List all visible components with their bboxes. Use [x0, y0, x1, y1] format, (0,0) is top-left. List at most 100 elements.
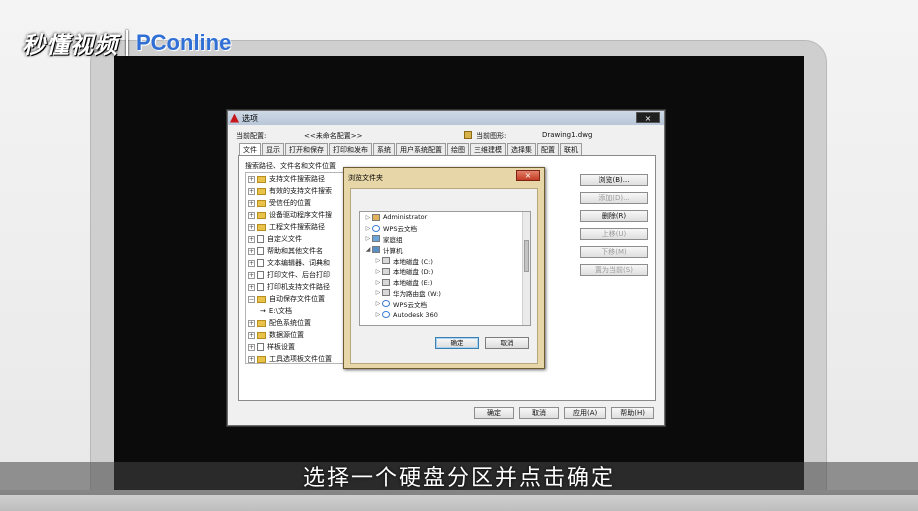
current-drawing-value: Drawing1.dwg	[542, 131, 593, 139]
expand-arrow-icon[interactable]: ▷	[374, 257, 382, 264]
browse-close-button[interactable]: ×	[516, 170, 540, 181]
add-button[interactable]: 添加(D)...	[580, 192, 648, 204]
expand-icon[interactable]: +	[248, 271, 255, 279]
tree-item[interactable]: + 文本编辑器、词典和	[246, 257, 349, 269]
expand-icon[interactable]: +	[248, 187, 255, 195]
expand-icon[interactable]: +	[248, 331, 255, 339]
cloud-icon	[382, 300, 390, 308]
tree-item-label: 自定义文件	[267, 235, 302, 243]
tree-item[interactable]: + 帮助和其他文件名	[246, 245, 349, 257]
tree-item[interactable]: + 支持文件搜索路径	[246, 173, 349, 185]
tree-item-label: 配色系统位置	[269, 319, 311, 327]
expand-icon[interactable]: +	[248, 283, 255, 291]
path-arrow-icon: →	[260, 307, 266, 315]
document-icon	[257, 343, 264, 351]
folder-icon	[257, 211, 266, 219]
ok-button[interactable]: 确定	[474, 407, 514, 419]
tree-item[interactable]: + 样板设置	[246, 341, 349, 353]
watermark-divider	[126, 30, 128, 56]
expand-icon[interactable]: +	[248, 319, 255, 327]
folder-item-drive-d[interactable]: ▷ 本地磁盘 (D:)	[360, 266, 530, 277]
path-action-buttons: 浏览(B)... 添加(D)... 删除(R) 上移(U) 下移(M) 置为当前…	[580, 174, 648, 282]
tree-item-label: 打印文件、后台打印	[267, 271, 330, 279]
expand-icon[interactable]: +	[248, 259, 255, 267]
drive-icon	[382, 278, 390, 286]
folder-item-wps-cloud[interactable]: ▷ WPS云文档	[360, 223, 530, 234]
folder-icon	[257, 355, 266, 363]
tree-item[interactable]: − 自动保存文件位置	[246, 293, 349, 305]
options-titlebar: 选项	[228, 111, 664, 125]
folder-item-autodesk-360[interactable]: ▷ Autodesk 360	[360, 309, 530, 320]
collapse-arrow-icon[interactable]: ◢	[364, 246, 372, 253]
expand-icon[interactable]: +	[248, 223, 255, 231]
expand-icon[interactable]: +	[248, 199, 255, 207]
tree-item-autosave-path[interactable]: → E:\文档	[246, 305, 349, 317]
expand-icon[interactable]: +	[248, 355, 255, 363]
folder-icon	[257, 175, 266, 183]
watermark-left: 秒懂视频	[22, 33, 118, 59]
folder-item-router-drive[interactable]: ▷ 华为路由盘 (W:)	[360, 288, 530, 299]
tree-item-label: 数据源位置	[269, 331, 304, 339]
video-subtitle: 选择一个硬盘分区并点击确定	[302, 466, 615, 491]
collapse-icon[interactable]: −	[248, 295, 255, 303]
folder-item-drive-c[interactable]: ▷ 本地磁盘 (C:)	[360, 255, 530, 266]
browse-folder-body: ▷ Administrator ▷ WPS云文档 ▷ 家庭组 ◢ 计算机 ▷ 本地磁盘 (…	[350, 188, 538, 364]
scrollbar-thumb[interactable]	[524, 240, 529, 272]
browse-ok-button[interactable]: 确定	[435, 337, 479, 349]
tree-item[interactable]: + 工程文件搜索路径	[246, 221, 349, 233]
tree-item[interactable]: + 数据源位置	[246, 329, 349, 341]
help-button[interactable]: 帮助(H)	[611, 407, 654, 419]
folder-item-wps-cloud-2[interactable]: ▷ WPS云文档	[360, 298, 530, 309]
tree-item[interactable]: + 配色系统位置	[246, 317, 349, 329]
tree-item[interactable]: + 打印机支持文件路径	[246, 281, 349, 293]
folder-item-computer[interactable]: ◢ 计算机	[360, 244, 530, 255]
browse-button[interactable]: 浏览(B)...	[580, 174, 648, 186]
delete-button[interactable]: 删除(R)	[580, 210, 648, 222]
expand-arrow-icon[interactable]: ▷	[364, 235, 372, 242]
tree-item-label: 有效的支持文件搜索	[269, 187, 332, 195]
folder-icon	[257, 295, 266, 303]
tree-item-label: 文本编辑器、词典和	[267, 259, 330, 267]
watermark: 秒懂视频 PConline	[22, 26, 231, 60]
expand-icon[interactable]: +	[248, 175, 255, 183]
expand-icon[interactable]: +	[248, 247, 255, 255]
expand-arrow-icon[interactable]: ▷	[364, 214, 372, 221]
tree-item[interactable]: + 受信任的位置	[246, 197, 349, 209]
drive-icon	[382, 267, 390, 275]
expand-arrow-icon[interactable]: ▷	[374, 289, 382, 296]
expand-arrow-icon[interactable]: ▷	[374, 268, 382, 275]
browse-buttons: 确定 取消	[435, 337, 529, 349]
folder-item-label: 本地磁盘 (E:)	[393, 279, 433, 288]
folder-tree: ▷ Administrator ▷ WPS云文档 ▷ 家庭组 ◢ 计算机 ▷ 本地磁盘 (…	[359, 211, 531, 326]
expand-icon[interactable]: +	[248, 343, 255, 351]
set-current-button[interactable]: 置为当前(S)	[580, 264, 648, 276]
expand-icon[interactable]: +	[248, 235, 255, 243]
folder-item-administrator[interactable]: ▷ Administrator	[360, 212, 530, 223]
options-title: 选项	[242, 113, 258, 123]
folder-item-drive-e[interactable]: ▷ 本地磁盘 (E:)	[360, 277, 530, 288]
tree-item[interactable]: + 设备驱动程序文件搜	[246, 209, 349, 221]
expand-arrow-icon[interactable]: ▷	[374, 279, 382, 286]
folder-item-homegroup[interactable]: ▷ 家庭组	[360, 234, 530, 245]
current-drawing-label: 当前图形:	[476, 132, 507, 140]
expand-arrow-icon[interactable]: ▷	[364, 225, 372, 232]
document-icon	[257, 247, 264, 255]
cancel-button[interactable]: 取消	[519, 407, 559, 419]
document-icon	[257, 235, 264, 243]
tree-item[interactable]: + 工具选项板文件位置	[246, 353, 349, 363]
watermark-right: PConline	[136, 30, 232, 55]
folder-item-label: WPS云文档	[383, 225, 417, 234]
tree-item[interactable]: + 打印文件、后台打印	[246, 269, 349, 281]
folder-tree-scrollbar[interactable]	[522, 212, 530, 325]
expand-arrow-icon[interactable]: ▷	[374, 311, 382, 318]
move-up-button[interactable]: 上移(U)	[580, 228, 648, 240]
expand-icon[interactable]: +	[248, 211, 255, 219]
tree-item[interactable]: + 自定义文件	[246, 233, 349, 245]
apply-button[interactable]: 应用(A)	[564, 407, 607, 419]
browse-cancel-button[interactable]: 取消	[485, 337, 529, 349]
options-close-button[interactable]: ×	[636, 112, 660, 123]
move-down-button[interactable]: 下移(M)	[580, 246, 648, 258]
expand-arrow-icon[interactable]: ▷	[374, 300, 382, 307]
drawing-icon	[464, 131, 472, 139]
tree-item[interactable]: + 有效的支持文件搜索	[246, 185, 349, 197]
